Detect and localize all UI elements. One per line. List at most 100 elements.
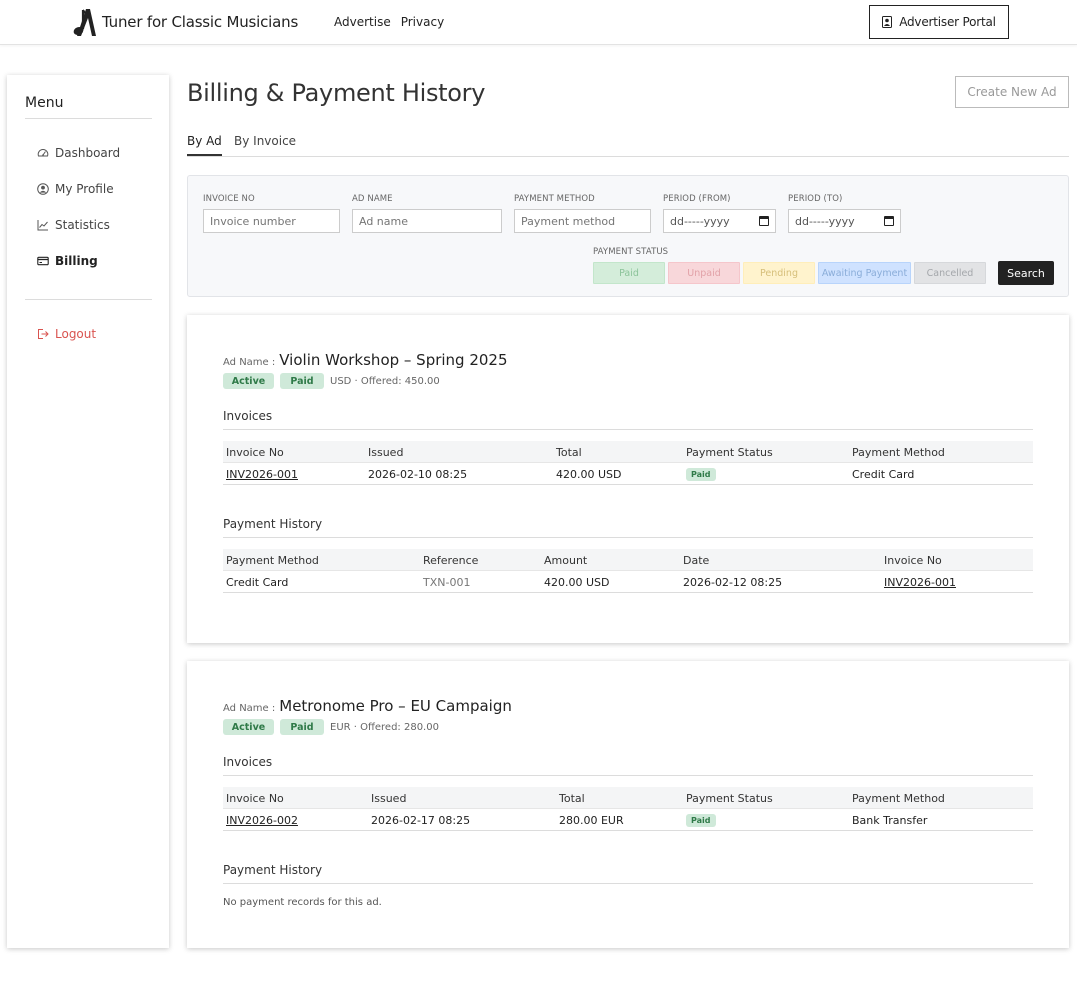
status-filter-cancelled[interactable]: Cancelled bbox=[914, 262, 986, 284]
status-badge-active: Active bbox=[223, 373, 274, 389]
invoice-link[interactable]: INV2026-001 bbox=[884, 576, 956, 589]
period-to-input[interactable]: dd-----yyyy bbox=[788, 209, 901, 233]
payment-amount: 420.00 USD bbox=[544, 576, 610, 589]
status-badge-paid: Paid bbox=[280, 373, 324, 389]
ad-card: Ad Name : Violin Workshop – Spring 2025 … bbox=[187, 315, 1069, 643]
table-header: Invoice No Issued Total Payment Status P… bbox=[223, 787, 1033, 809]
column-header: Invoice No bbox=[884, 554, 942, 567]
payment-method-input[interactable] bbox=[514, 209, 651, 233]
section-divider bbox=[223, 775, 1033, 776]
portrait-badge-icon bbox=[882, 16, 893, 28]
ad-name-input[interactable] bbox=[352, 209, 502, 233]
ad-name-row: Ad Name : Metronome Pro – EU Campaign bbox=[223, 697, 512, 715]
section-divider bbox=[223, 883, 1033, 884]
column-header: Payment Method bbox=[226, 554, 319, 567]
status-filter-unpaid[interactable]: Unpaid bbox=[668, 262, 740, 284]
column-header: Total bbox=[559, 792, 585, 805]
status-badge-paid: Paid bbox=[686, 814, 716, 827]
table-row: Credit Card TXN-001 420.00 USD 2026-02-1… bbox=[223, 571, 1033, 593]
sidebar-item-dashboard[interactable]: Dashboard bbox=[37, 146, 120, 160]
status-filter-paid[interactable]: Paid bbox=[593, 262, 665, 284]
filter-panel: INVOICE NO AD NAME PAYMENT METHOD PERIOD… bbox=[187, 175, 1069, 297]
column-header: Payment Status bbox=[686, 446, 773, 459]
ad-badges: Active Paid EUR · Offered: 280.00 bbox=[223, 719, 439, 735]
invoices-section-title: Invoices bbox=[223, 409, 273, 423]
calendar-icon[interactable] bbox=[884, 216, 894, 226]
ad-name: Violin Workshop – Spring 2025 bbox=[279, 351, 508, 369]
gauge-icon bbox=[37, 149, 49, 157]
column-header: Date bbox=[683, 554, 710, 567]
credit-card-icon bbox=[37, 256, 49, 266]
column-header: Invoice No bbox=[226, 446, 284, 459]
brand[interactable]: Tuner for Classic Musicians bbox=[66, 6, 298, 38]
empty-state-message: No payment records for this ad. bbox=[223, 897, 382, 908]
logout-icon bbox=[38, 329, 49, 339]
column-header: Issued bbox=[371, 792, 407, 805]
view-tabs: By Ad By Invoice bbox=[187, 134, 1069, 157]
payment-history-title: Payment History bbox=[223, 863, 323, 877]
logout-label: Logout bbox=[55, 327, 97, 341]
create-new-ad-button[interactable]: Create New Ad bbox=[955, 76, 1069, 108]
search-button[interactable]: Search bbox=[998, 261, 1054, 285]
period-from-input[interactable]: dd-----yyyy bbox=[663, 209, 776, 233]
offered-amount: USD · Offered: 450.00 bbox=[330, 375, 440, 387]
column-header: Issued bbox=[368, 446, 404, 459]
payment-method: Bank Transfer bbox=[852, 814, 928, 827]
invoices-table: Invoice No Issued Total Payment Status P… bbox=[223, 441, 1033, 485]
section-divider bbox=[223, 537, 1033, 538]
column-header: Reference bbox=[423, 554, 479, 567]
advertiser-portal-label: Advertiser Portal bbox=[899, 15, 996, 29]
nav-link-privacy[interactable]: Privacy bbox=[401, 15, 444, 29]
top-navbar: Tuner for Classic Musicians Advertise Pr… bbox=[0, 0, 1077, 45]
payment-method: Credit Card bbox=[852, 468, 915, 481]
payment-date: 2026-02-12 08:25 bbox=[683, 576, 783, 589]
payment-history-title: Payment History bbox=[223, 517, 323, 531]
column-header: Payment Method bbox=[852, 446, 945, 459]
issued-date: 2026-02-10 08:25 bbox=[368, 468, 468, 481]
ad-name-label: AD NAME bbox=[352, 194, 393, 204]
calendar-icon[interactable] bbox=[759, 216, 769, 226]
advertiser-portal-button[interactable]: Advertiser Portal bbox=[869, 5, 1009, 39]
column-header: Invoice No bbox=[226, 792, 284, 805]
ad-name-label: Ad Name : bbox=[223, 703, 276, 714]
sidebar: Menu Dashboard My Profile Statistics Bil… bbox=[7, 75, 169, 948]
logout-link[interactable]: Logout bbox=[37, 327, 96, 341]
payment-method: Credit Card bbox=[226, 576, 289, 589]
chart-line-icon bbox=[37, 220, 48, 231]
tab-by-ad[interactable]: By Ad bbox=[187, 134, 222, 156]
sidebar-item-my-profile[interactable]: My Profile bbox=[37, 182, 114, 196]
table-header: Invoice No Issued Total Payment Status P… bbox=[223, 441, 1033, 463]
invoice-link[interactable]: INV2026-002 bbox=[226, 814, 298, 827]
invoice-no-input[interactable] bbox=[203, 209, 340, 233]
invoices-section-title: Invoices bbox=[223, 755, 273, 769]
sidebar-item-billing[interactable]: Billing bbox=[37, 254, 98, 268]
nav-link-advertise[interactable]: Advertise bbox=[334, 15, 391, 29]
app-title: Tuner for Classic Musicians bbox=[102, 13, 299, 31]
sidebar-item-label: Billing bbox=[55, 254, 98, 268]
ad-name: Metronome Pro – EU Campaign bbox=[279, 697, 512, 715]
sidebar-item-label: Statistics bbox=[55, 218, 110, 232]
table-row: INV2026-001 2026-02-10 08:25 420.00 USD … bbox=[223, 463, 1033, 485]
ad-badges: Active Paid USD · Offered: 450.00 bbox=[223, 373, 440, 389]
tab-by-invoice[interactable]: By Invoice bbox=[234, 134, 296, 154]
payment-history-table: Payment Method Reference Amount Date Inv… bbox=[223, 549, 1033, 593]
invoice-link[interactable]: INV2026-001 bbox=[226, 468, 298, 481]
period-from-value: dd-----yyyy bbox=[670, 214, 730, 228]
payment-status-label: PAYMENT STATUS bbox=[593, 247, 669, 257]
payment-method-label: PAYMENT METHOD bbox=[514, 194, 595, 204]
invoice-no-label: INVOICE NO bbox=[203, 194, 255, 204]
status-filter-pending[interactable]: Pending bbox=[743, 262, 815, 284]
top-nav-links: Advertise Privacy bbox=[334, 15, 444, 29]
ad-card: Ad Name : Metronome Pro – EU Campaign Ac… bbox=[187, 661, 1069, 948]
page-title: Billing & Payment History bbox=[187, 79, 486, 107]
status-badge-paid: Paid bbox=[686, 468, 716, 481]
sidebar-item-label: Dashboard bbox=[55, 146, 121, 160]
offered-amount: EUR · Offered: 280.00 bbox=[330, 721, 439, 733]
column-header: Total bbox=[556, 446, 582, 459]
music-logo-icon bbox=[73, 9, 96, 36]
status-filter-awaiting-payment[interactable]: Awaiting Payment bbox=[818, 262, 911, 284]
column-header: Payment Status bbox=[686, 792, 773, 805]
sidebar-item-statistics[interactable]: Statistics bbox=[37, 218, 110, 232]
payment-reference: TXN-001 bbox=[423, 576, 471, 589]
menu-divider bbox=[25, 299, 152, 300]
